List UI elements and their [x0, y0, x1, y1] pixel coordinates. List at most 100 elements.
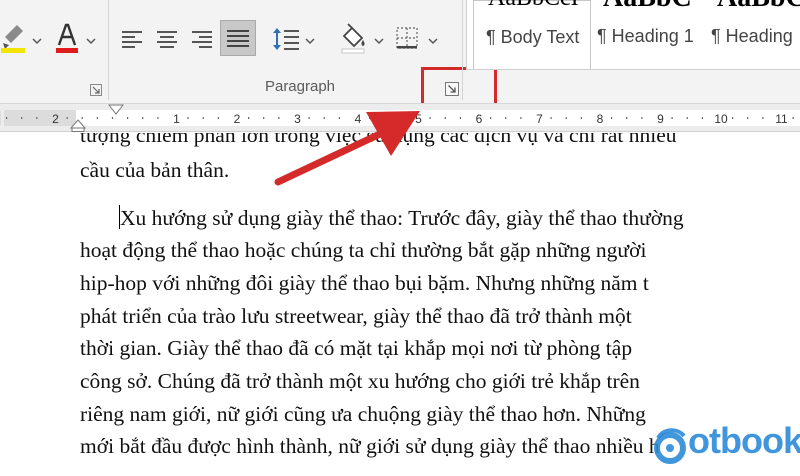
style-name: ¶ Heading	[711, 26, 793, 46]
ruler-minor-tick	[520, 117, 522, 119]
ruler-minor-tick	[429, 117, 431, 119]
ruler-minor-tick	[671, 117, 673, 119]
style-preview-text: AaBbC	[717, 0, 800, 14]
justify-icon	[227, 30, 249, 47]
ruler-minor-tick	[399, 117, 401, 119]
ruler-minor-tick	[732, 117, 734, 119]
ruler-minor-tick	[6, 117, 8, 119]
document-line: mới bắt đầu được hình thành, nữ giới sử …	[80, 434, 660, 458]
ruler-minor-tick	[369, 117, 371, 119]
ruler-minor-tick	[701, 117, 703, 119]
ruler-minor-tick	[565, 117, 567, 119]
align-right-icon	[192, 31, 212, 48]
highlighter-icon	[1, 25, 25, 53]
ruler-minor-tick	[641, 117, 643, 119]
line-spacing-dropdown-chevron-icon[interactable]	[305, 37, 315, 45]
first-line-indent-marker-icon[interactable]	[108, 104, 124, 116]
ribbon-group-divider	[108, 0, 109, 100]
styles-gallery: AaBbCcI ¶ Body Text AaBbC ¶ Heading 1 Aa…	[466, 0, 800, 70]
ruler-minor-tick	[66, 117, 68, 119]
shading-button[interactable]	[336, 20, 370, 56]
align-right-button[interactable]	[186, 24, 216, 54]
ruler-minor-tick	[686, 117, 688, 119]
font-color-icon	[56, 23, 78, 53]
ruler-minor-tick	[111, 117, 114, 119]
align-center-button[interactable]	[152, 24, 182, 54]
font-color-dropdown-chevron-icon[interactable]	[86, 37, 96, 45]
ruler-number: 2	[234, 112, 241, 126]
ruler-minor-tick	[762, 117, 764, 119]
borders-icon	[396, 27, 418, 49]
document-line: phát triển của trào lưu streetwear, giày…	[80, 304, 632, 328]
style-body-text[interactable]: AaBbCcI ¶ Body Text	[473, 0, 591, 69]
ruler-number: 4	[355, 112, 362, 126]
document-line: tượng chiếm phần lớn trong việc sử dụng …	[80, 133, 677, 147]
line-spacing-icon	[273, 28, 299, 50]
hanging-indent-marker-icon[interactable]	[70, 119, 86, 132]
ruler-minor-tick	[792, 117, 794, 119]
align-center-icon	[157, 31, 177, 48]
ruler-minor-tick	[747, 117, 749, 119]
ruler-minor-tick	[580, 117, 582, 119]
document-line: riêng nam giới, nữ giới cũng ưa chuộng g…	[80, 402, 646, 426]
style-preview-text: AaBbC	[603, 0, 692, 14]
ruler-minor-tick	[323, 117, 325, 119]
justify-button[interactable]	[220, 20, 256, 56]
ruler-minor-tick	[142, 117, 144, 119]
ruler-minor-tick	[611, 117, 613, 119]
font-color-button[interactable]	[52, 20, 82, 56]
document-line: hoạt động thể thao hoặc chúng ta chỉ thư…	[80, 238, 647, 262]
ruler-number: 3	[294, 112, 301, 126]
horizontal-ruler[interactable]: 121234567891011	[0, 104, 800, 132]
shading-dropdown-chevron-icon[interactable]	[374, 37, 384, 45]
ruler-number: 8	[597, 112, 604, 126]
ruler-minor-tick	[36, 117, 38, 119]
highlight-dropdown-chevron-icon[interactable]	[32, 37, 42, 45]
ruler-number: 7	[536, 112, 543, 126]
style-name: ¶ Heading 1	[597, 26, 694, 46]
ruler-minor-tick	[626, 117, 628, 119]
borders-button[interactable]	[392, 22, 422, 54]
ruler-minor-tick	[550, 117, 552, 119]
paragraph-group-label: Paragraph	[264, 78, 336, 95]
ruler-minor-tick	[444, 117, 446, 119]
watermark-logo-icon	[654, 428, 686, 464]
ribbon-group-divider	[462, 0, 463, 100]
ruler-minor-tick	[338, 117, 340, 119]
ruler-minor-tick	[384, 117, 386, 119]
ruler-minor-tick	[187, 117, 189, 119]
document-line: thời gian. Giày thể thao đã có mặt tại k…	[80, 336, 633, 360]
watermark-logo: otbook	[648, 418, 800, 476]
ruler-minor-tick	[505, 117, 507, 119]
style-heading-2[interactable]: AaBbC ¶ Heading	[705, 0, 800, 69]
style-name: ¶ Body Text	[486, 27, 580, 47]
style-heading-1[interactable]: AaBbC ¶ Heading 1	[591, 0, 705, 69]
ruler-minor-tick	[202, 117, 204, 119]
document-line: hip-hop với những đôi giày thể thao bụi …	[80, 271, 649, 295]
ruler-number: 1	[173, 112, 180, 126]
ruler-minor-tick	[308, 117, 310, 119]
ruler-minor-tick	[490, 117, 492, 119]
ruler-number: 6	[476, 112, 483, 126]
ruler-number: 2	[52, 112, 59, 126]
text-cursor	[119, 205, 120, 229]
document-line: Xu hướng sử dụng giày thể thao: Trước đâ…	[120, 206, 684, 230]
ribbon: Paragraph AaBbCcI ¶ Body Text AaBbC ¶ He…	[0, 0, 800, 111]
document-line: cầu của bản thân.	[80, 158, 230, 182]
font-dialog-launcher-icon[interactable]	[90, 84, 102, 96]
align-left-button[interactable]	[118, 24, 148, 54]
text-highlight-button[interactable]	[0, 20, 30, 56]
line-spacing-button[interactable]	[270, 22, 302, 56]
ruler-minor-tick	[217, 117, 219, 119]
ruler-minor-tick	[96, 117, 98, 119]
ruler-minor-tick	[248, 117, 250, 119]
ruler-minor-tick	[459, 117, 461, 119]
watermark-text: otbook	[688, 420, 800, 461]
ruler-number: 9	[657, 112, 664, 126]
ruler-minor-tick	[278, 117, 280, 119]
ruler-minor-tick	[263, 117, 265, 119]
ruler-minor-tick	[157, 117, 159, 119]
borders-dropdown-chevron-icon[interactable]	[428, 37, 438, 45]
ruler-minor-tick	[127, 117, 129, 119]
ruler-number: 5	[415, 112, 422, 126]
